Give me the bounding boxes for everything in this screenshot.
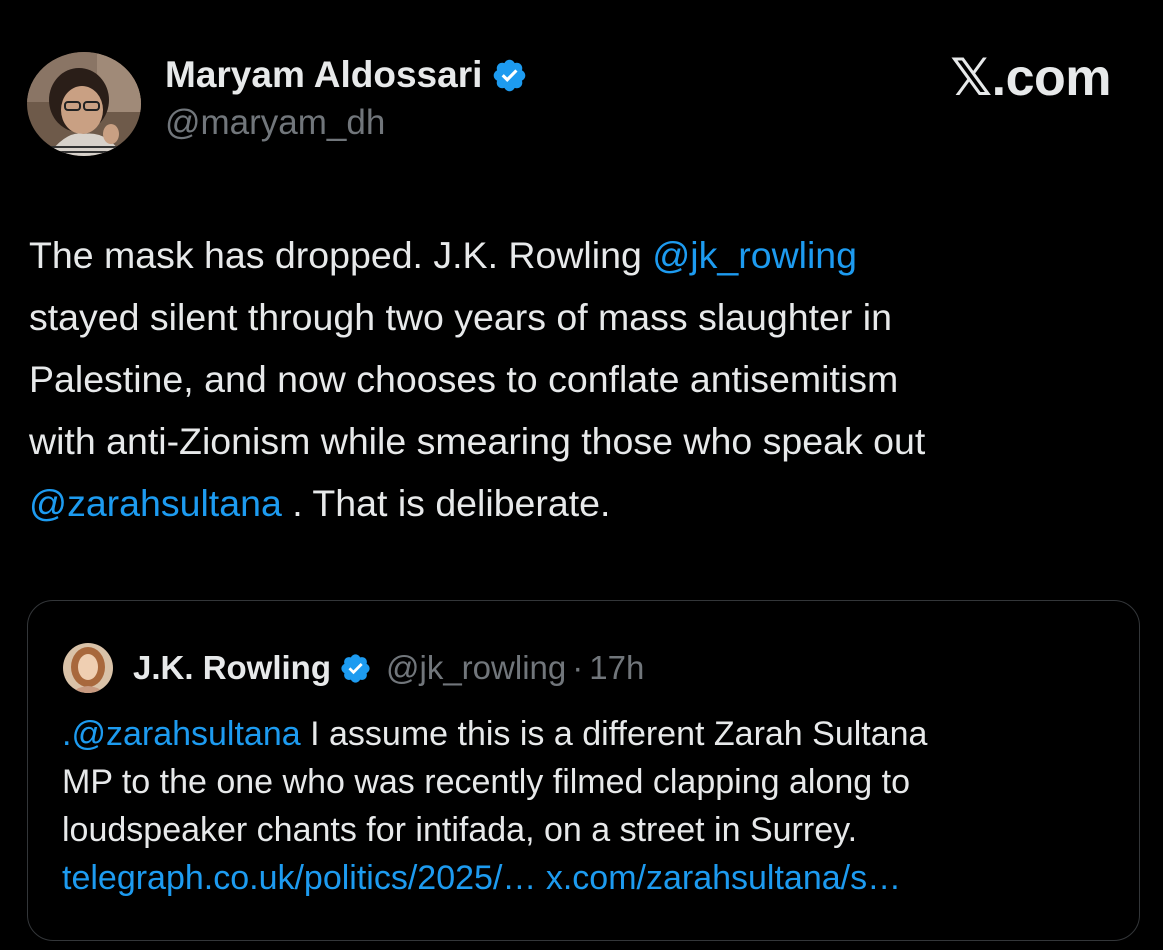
author-handle[interactable]: @maryam_dh xyxy=(165,103,385,143)
author-name[interactable]: Maryam Aldossari xyxy=(165,55,482,95)
quoted-tweet-card[interactable]: J.K. Rowling @jk_rowling · 17h .@zarahsu… xyxy=(27,600,1140,941)
quoted-author-name[interactable]: J.K. Rowling xyxy=(133,649,331,687)
quoted-tweet-body: .@zarahsultana I assume this is a differ… xyxy=(62,710,1122,902)
site-brand-logo: 𝕏.com xyxy=(950,49,1111,107)
telegraph-link[interactable]: telegraph.co.uk/politics/2025/… xyxy=(62,859,536,897)
author-avatar[interactable] xyxy=(27,52,141,156)
quoted-author-avatar[interactable] xyxy=(63,643,113,693)
tweet-body: The mask has dropped. J.K. Rowling @jk_r… xyxy=(29,224,1139,534)
tweet-line: The mask has dropped. J.K. Rowling @jk_r… xyxy=(29,224,1139,286)
verified-badge-icon xyxy=(491,57,528,94)
quoted-tweet-timestamp[interactable]: 17h xyxy=(589,649,644,687)
tweet-line: with anti-Zionism while smearing those w… xyxy=(29,420,926,462)
tweet-line: stayed silent through two years of mass … xyxy=(29,296,892,338)
quoted-tweet-header: J.K. Rowling @jk_rowling · 17h xyxy=(63,643,644,693)
mention-link-zarahsultana[interactable]: @zarahsultana xyxy=(29,482,282,524)
mention-link-zarahsultana[interactable]: .@zarahsultana xyxy=(62,715,301,753)
tweet-line: Palestine, and now chooses to conflate a… xyxy=(29,358,899,400)
mention-link-jk-rowling[interactable]: @jk_rowling xyxy=(652,234,857,276)
verified-badge-icon xyxy=(339,652,372,685)
author-name-row[interactable]: Maryam Aldossari xyxy=(165,55,528,95)
tweet-line: @zarahsultana . That is deliberate. xyxy=(29,472,1139,534)
quoted-tweet-line: loudspeaker chants for intifada, on a st… xyxy=(62,811,858,849)
x-com-link[interactable]: x.com/zarahsultana/s… xyxy=(546,859,901,897)
tweet-text-segment: The mask has dropped. J.K. Rowling xyxy=(29,234,653,276)
separator-dot: · xyxy=(572,649,584,686)
quoted-tweet-line: MP to the one who was recently filmed cl… xyxy=(62,763,910,801)
quoted-tweet-links: telegraph.co.uk/politics/2025/… x.com/za… xyxy=(62,854,1122,902)
quoted-text-segment: I assume this is a different Zarah Sulta… xyxy=(300,715,928,753)
quoted-author-handle[interactable]: @jk_rowling xyxy=(386,649,566,687)
tweet-text-segment: . That is deliberate. xyxy=(281,482,611,524)
quoted-tweet-line: .@zarahsultana I assume this is a differ… xyxy=(62,710,1122,758)
